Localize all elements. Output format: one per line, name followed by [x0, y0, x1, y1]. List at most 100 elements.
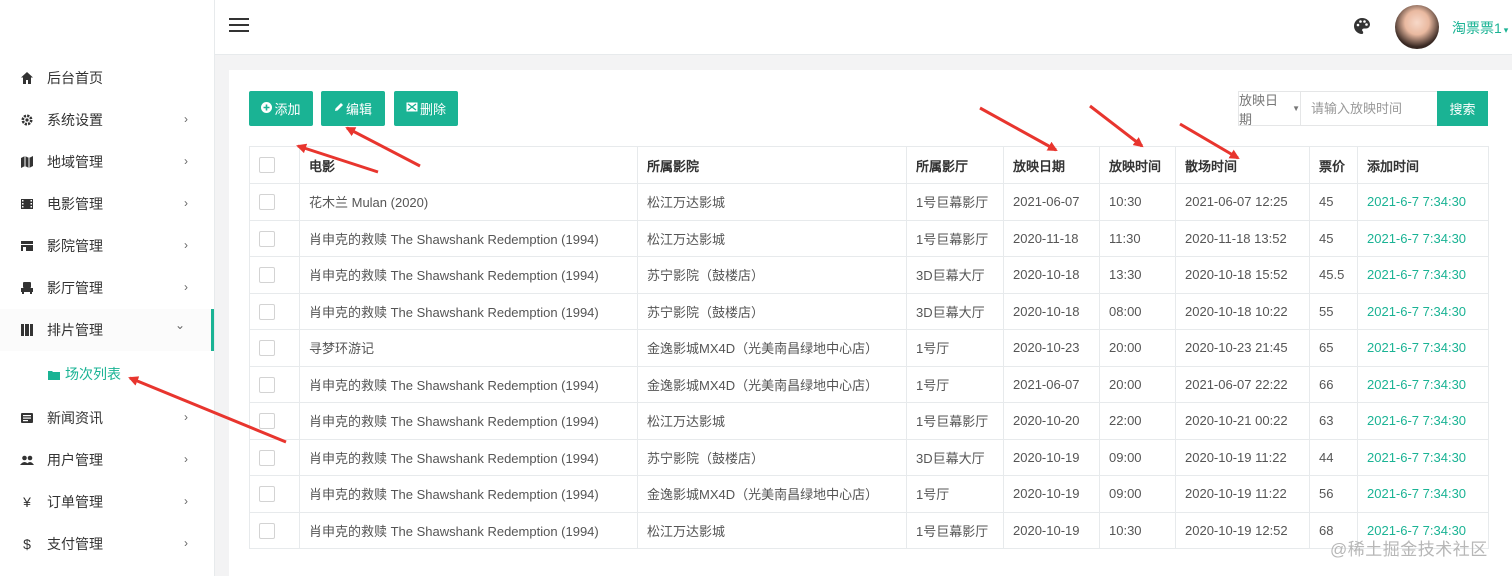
table-row[interactable]: 肖申克的救赎 The Shawshank Redemption (1994) 松江…	[249, 402, 1489, 440]
show-date-cell: 2020-10-18	[1003, 292, 1100, 330]
show-time-cell: 20:00	[1099, 329, 1176, 367]
end-time-cell: 2020-10-19 12:52	[1175, 511, 1310, 549]
sidebar-item-cinemas[interactable]: 影院管理 ›	[0, 225, 214, 267]
row-checkbox[interactable]	[259, 522, 275, 539]
price-cell: 45	[1309, 219, 1358, 257]
content-panel: 添加 编辑 删除 放映日期 ▼ 搜索 电影 所属影院 所属影厅 放映日期	[229, 70, 1512, 576]
column-header[interactable]: 散场时间	[1175, 146, 1310, 184]
show-time-cell: 09:00	[1099, 475, 1176, 513]
row-checkbox[interactable]	[259, 376, 275, 393]
film-icon	[20, 197, 34, 211]
sidebar-item-home[interactable]: 后台首页	[0, 57, 214, 99]
cinema-cell: 金逸影城MX4D（光美南昌绿地中心店）	[637, 329, 907, 367]
delete-button[interactable]: 删除	[394, 91, 458, 126]
menu-icon[interactable]	[229, 18, 249, 34]
select-all-checkbox[interactable]	[259, 157, 275, 174]
show-time-cell: 22:00	[1099, 402, 1176, 440]
column-header[interactable]: 所属影院	[637, 146, 907, 184]
table-row[interactable]: 寻梦环游记 金逸影城MX4D（光美南昌绿地中心店） 1号厅 2020-10-23 20:…	[249, 329, 1489, 367]
sidebar-item-news[interactable]: 新闻资讯 ›	[0, 397, 214, 439]
column-header[interactable]: 电影	[299, 146, 638, 184]
table-row[interactable]: 肖申克的救赎 The Shawshank Redemption (1994) 苏宁…	[249, 256, 1489, 294]
yen-icon: ¥	[23, 494, 31, 510]
sidebar-item-region[interactable]: 地域管理 ›	[0, 141, 214, 183]
sidebar-item-orders[interactable]: ¥ 订单管理 ›	[0, 481, 214, 523]
palette-icon[interactable]	[1353, 17, 1371, 38]
sidebar-item-payments[interactable]: $ 支付管理 ›	[0, 523, 214, 565]
table-row[interactable]: 肖申克的救赎 The Shawshank Redemption (1994) 松江…	[249, 219, 1489, 257]
column-header[interactable]: 添加时间	[1357, 146, 1489, 184]
row-checkbox[interactable]	[259, 303, 275, 320]
table-row[interactable]: 肖申克的救赎 The Shawshank Redemption (1994) 松江…	[249, 511, 1489, 549]
hall-cell: 1号巨幕影厅	[906, 511, 1004, 549]
movie-cell: 肖申克的救赎 The Shawshank Redemption (1994)	[299, 402, 638, 440]
column-header[interactable]: 票价	[1309, 146, 1358, 184]
user-menu[interactable]: 淘票票1 ▾	[1452, 18, 1508, 38]
column-header[interactable]: 放映时间	[1099, 146, 1176, 184]
search-button[interactable]: 搜索	[1437, 91, 1488, 126]
column-header[interactable]: 放映日期	[1003, 146, 1100, 184]
table-row[interactable]: 肖申克的救赎 The Shawshank Redemption (1994) 苏宁…	[249, 438, 1489, 476]
chevron-right-icon: ›	[184, 112, 188, 126]
table-row[interactable]: 肖申克的救赎 The Shawshank Redemption (1994) 金逸…	[249, 475, 1489, 513]
home-icon	[20, 71, 34, 85]
cinema-cell: 松江万达影城	[637, 402, 907, 440]
price-cell: 44	[1309, 438, 1358, 476]
caret-down-icon: ▼	[1292, 104, 1300, 113]
hall-cell: 1号厅	[906, 365, 1004, 403]
show-time-cell: 09:00	[1099, 438, 1176, 476]
add-button-label: 添加	[274, 102, 301, 117]
movie-cell: 肖申克的救赎 The Shawshank Redemption (1994)	[299, 219, 638, 257]
add-button[interactable]: 添加	[249, 91, 313, 126]
sidebar-item-system-settings[interactable]: 系统设置 ›	[0, 99, 214, 141]
row-select-cell	[249, 183, 300, 221]
table-row[interactable]: 花木兰 Mulan (2020) 松江万达影城 1号巨幕影厅 2021-06-07 10…	[249, 183, 1489, 221]
row-checkbox[interactable]	[259, 230, 275, 247]
caret-down-icon: ▾	[1503, 25, 1509, 35]
row-checkbox[interactable]	[259, 194, 275, 211]
sidebar-item-users[interactable]: 用户管理 ›	[0, 439, 214, 481]
price-cell: 45.5	[1309, 256, 1358, 294]
row-checkbox[interactable]	[259, 340, 275, 357]
hall-cell: 3D巨幕大厅	[906, 438, 1004, 476]
end-time-cell: 2021-06-07 22:22	[1175, 365, 1310, 403]
filter-field-label: 放映日期	[1239, 92, 1279, 127]
price-cell: 63	[1309, 402, 1358, 440]
sidebar-item-label: 后台首页	[47, 70, 103, 86]
side-menu: 后台首页 系统设置 › 地域管理 › 电影管理 › 影院管理 › 影厅管理 › …	[0, 57, 214, 565]
row-checkbox[interactable]	[259, 413, 275, 430]
sidebar-item-label: 订单管理	[47, 494, 103, 510]
row-select-cell	[249, 475, 300, 513]
sidebar-subitem-session-list[interactable]: 场次列表	[0, 351, 214, 397]
row-select-cell	[249, 329, 300, 367]
table-row[interactable]: 肖申克的救赎 The Shawshank Redemption (1994) 金逸…	[249, 365, 1489, 403]
movie-cell: 肖申克的救赎 The Shawshank Redemption (1994)	[299, 365, 638, 403]
chevron-right-icon: ›	[184, 238, 188, 252]
cinema-cell: 松江万达影城	[637, 219, 907, 257]
sidebar-item-halls[interactable]: 影厅管理 ›	[0, 267, 214, 309]
table-row[interactable]: 肖申克的救赎 The Shawshank Redemption (1994) 苏宁…	[249, 292, 1489, 330]
movie-cell: 花木兰 Mulan (2020)	[299, 183, 638, 221]
show-time-cell: 10:30	[1099, 183, 1176, 221]
show-date-cell: 2021-06-07	[1003, 365, 1100, 403]
row-checkbox[interactable]	[259, 449, 275, 466]
cinema-cell: 松江万达影城	[637, 511, 907, 549]
hall-cell: 1号厅	[906, 329, 1004, 367]
column-header[interactable]: 所属影厅	[906, 146, 1004, 184]
avatar[interactable]	[1395, 5, 1439, 49]
edit-button[interactable]: 编辑	[321, 91, 385, 126]
end-time-cell: 2020-11-18 13:52	[1175, 219, 1310, 257]
username-label: 淘票票1	[1452, 20, 1502, 36]
watermark: @稀土掘金技术社区	[1330, 540, 1488, 559]
sidebar-item-movies[interactable]: 电影管理 ›	[0, 183, 214, 225]
row-checkbox[interactable]	[259, 267, 275, 284]
row-checkbox[interactable]	[259, 486, 275, 503]
sidebar-item-schedule[interactable]: 排片管理 ⌄	[0, 309, 214, 351]
filter-field-select[interactable]: 放映日期 ▼	[1239, 92, 1301, 127]
row-select-cell	[249, 256, 300, 294]
sidebar-item-label: 电影管理	[47, 196, 103, 212]
show-date-cell: 2020-10-18	[1003, 256, 1100, 294]
chevron-down-icon: ⌄	[174, 318, 185, 332]
cinema-cell: 苏宁影院（鼓楼店）	[637, 438, 907, 476]
show-date-cell: 2020-10-19	[1003, 438, 1100, 476]
